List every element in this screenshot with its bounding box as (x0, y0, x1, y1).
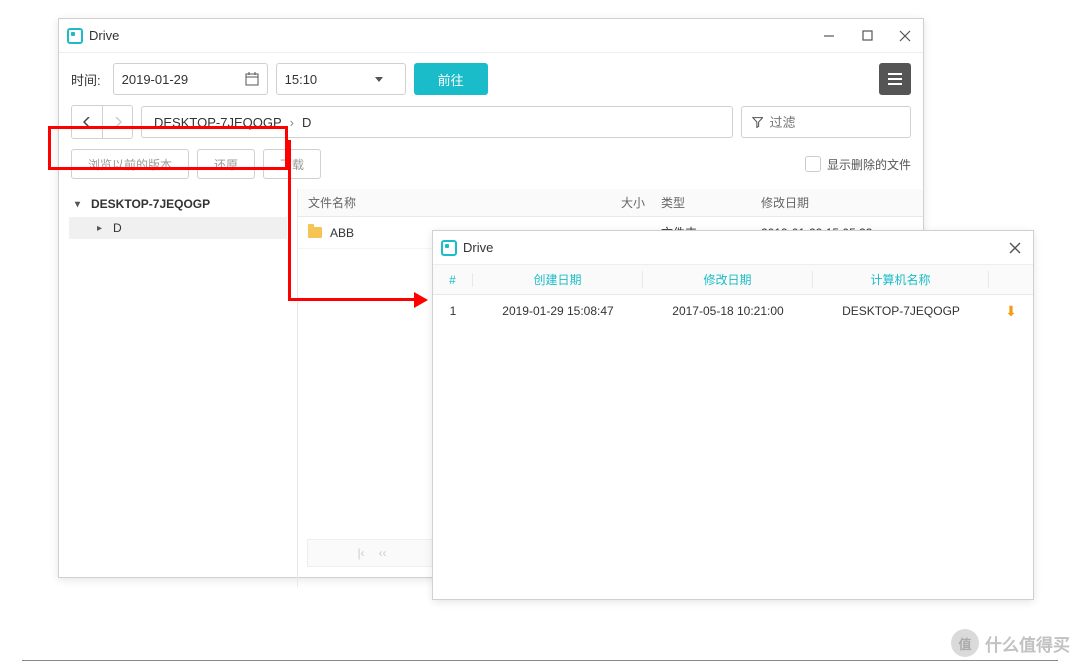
versions-popup: Drive # 创建日期 修改日期 计算机名称 1 2019-01-29 15:… (432, 230, 1034, 600)
browse-versions-button[interactable]: 浏览以前的版本 (71, 149, 189, 179)
watermark: 值 什么值得买 (951, 629, 1070, 657)
forward-button[interactable] (102, 106, 132, 138)
file-list-header: 文件名称 大小 类型 修改日期 (298, 189, 923, 217)
maximize-button[interactable] (857, 26, 877, 46)
watermark-text: 什么值得买 (985, 631, 1070, 656)
app-icon (441, 240, 457, 256)
popup-header-modified[interactable]: 修改日期 (643, 271, 813, 288)
header-type[interactable]: 类型 (653, 194, 753, 211)
close-button[interactable] (895, 26, 915, 46)
restore-button[interactable]: 还原 (197, 149, 255, 179)
sidebar: ▾ DESKTOP-7JEQOGP ▸ D (59, 189, 297, 587)
popup-header-created[interactable]: 创建日期 (473, 271, 643, 288)
download-arrow-icon[interactable]: ⬇ (989, 303, 1033, 320)
breadcrumb-child: D (302, 115, 311, 130)
back-button[interactable] (72, 106, 102, 138)
time-label: 时间: (71, 70, 101, 89)
watermark-badge: 值 (951, 629, 979, 657)
filter-icon (752, 116, 763, 129)
popup-row-modified: 2017-05-18 10:21:00 (643, 304, 813, 318)
first-page-icon[interactable]: |‹ (357, 546, 364, 560)
action-toolbar: 浏览以前的版本 还原 下载 显示删除的文件 (59, 149, 923, 189)
breadcrumb[interactable]: DESKTOP-7JEQOGP › D (141, 106, 733, 138)
titlebar: Drive (59, 19, 923, 53)
dropdown-arrow-icon (375, 77, 383, 82)
tree-child[interactable]: ▸ D (69, 217, 287, 239)
popup-header-idx[interactable]: # (433, 273, 473, 287)
popup-header-computer[interactable]: 计算机名称 (813, 271, 989, 288)
nav-toolbar: DESKTOP-7JEQOGP › D (59, 105, 923, 149)
app-icon (67, 28, 83, 44)
popup-title: Drive (463, 240, 1005, 255)
calendar-icon (245, 72, 259, 86)
tree-root-label: DESKTOP-7JEQOGP (91, 197, 210, 211)
separator-line (22, 660, 1058, 661)
header-size[interactable]: 大小 (593, 194, 653, 211)
prev-page-icon[interactable]: ‹‹ (379, 546, 387, 560)
show-deleted-checkbox[interactable] (805, 156, 821, 172)
time-toolbar: 时间: 2019-01-29 15:10 前往 (59, 53, 923, 105)
minimize-button[interactable] (819, 26, 839, 46)
popup-row[interactable]: 1 2019-01-29 15:08:47 2017-05-18 10:21:0… (433, 295, 1033, 327)
window-controls (819, 26, 915, 46)
popup-row-created: 2019-01-29 15:08:47 (473, 304, 643, 318)
nav-buttons (71, 105, 133, 139)
date-input-group[interactable]: 2019-01-29 (113, 63, 268, 95)
popup-row-computer: DESKTOP-7JEQOGP (813, 304, 989, 318)
show-deleted-label: 显示删除的文件 (827, 156, 911, 173)
header-name[interactable]: 文件名称 (298, 194, 593, 211)
breadcrumb-root: DESKTOP-7JEQOGP (154, 115, 282, 130)
popup-header: # 创建日期 修改日期 计算机名称 (433, 265, 1033, 295)
pagination[interactable]: |‹ ‹‹ (307, 539, 437, 567)
folder-icon (308, 227, 322, 238)
date-value: 2019-01-29 (122, 72, 242, 87)
list-mode-button[interactable] (879, 63, 911, 95)
collapse-arrow-icon: ▾ (75, 199, 85, 210)
app-title: Drive (89, 28, 819, 43)
popup-close-button[interactable] (1005, 238, 1025, 258)
filter-box[interactable] (741, 106, 911, 138)
expand-arrow-icon: ▸ (97, 223, 107, 234)
tree-child-label: D (113, 221, 122, 235)
show-deleted-group[interactable]: 显示删除的文件 (805, 156, 911, 173)
popup-titlebar: Drive (433, 231, 1033, 265)
filter-input[interactable] (769, 115, 900, 130)
tree-root[interactable]: ▾ DESKTOP-7JEQOGP (69, 193, 287, 215)
download-button[interactable]: 下载 (263, 149, 321, 179)
header-modified[interactable]: 修改日期 (753, 194, 923, 211)
go-button[interactable]: 前往 (414, 63, 488, 95)
breadcrumb-sep: › (290, 115, 294, 130)
time-input-group[interactable]: 15:10 (276, 63, 406, 95)
popup-row-idx: 1 (433, 304, 473, 318)
time-value: 15:10 (285, 72, 345, 87)
